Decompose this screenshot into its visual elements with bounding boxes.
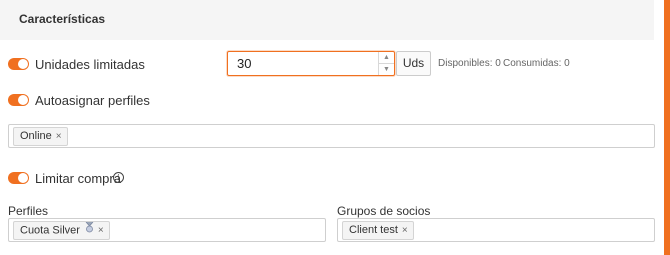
unidades-input[interactable]: 30 ▲ ▼: [227, 51, 395, 76]
tag-label: Client test: [349, 224, 398, 236]
grupos-socios-label: Grupos de socios: [337, 204, 431, 218]
medal-icon: [85, 221, 94, 239]
spin-down-icon[interactable]: ▼: [379, 64, 394, 75]
info-icon[interactable]: i: [113, 172, 124, 183]
toggle-knob: [18, 95, 28, 105]
remove-tag-icon[interactable]: ×: [56, 131, 62, 142]
unidades-limitadas-label: Unidades limitadas: [35, 57, 145, 72]
characteristics-panel: Características Unidades limitadas 30 ▲ …: [0, 0, 662, 255]
consumidas-text: Consumidas: 0: [503, 58, 570, 69]
tag-label: Online: [20, 130, 52, 142]
toggle-knob: [18, 173, 28, 183]
autoasignar-perfiles-toggle[interactable]: [8, 94, 29, 106]
unidades-limitadas-toggle[interactable]: [8, 58, 29, 70]
toggle-knob: [18, 59, 28, 69]
tag-online: Online ×: [13, 127, 68, 146]
disponibles-text: Disponibles: 0: [438, 58, 501, 69]
limitar-compra-toggle[interactable]: [8, 172, 29, 184]
remove-tag-icon[interactable]: ×: [402, 225, 408, 236]
limitar-compra-label: Limitar compra: [35, 171, 121, 186]
spin-up-icon[interactable]: ▲: [379, 52, 394, 64]
section-header: Características: [0, 0, 654, 40]
autoasignar-perfiles-label: Autoasignar perfiles: [35, 93, 150, 108]
tag-cuota-silver: Cuota Silver ×: [13, 221, 110, 240]
autoasignar-perfiles-tag-input[interactable]: Online ×: [8, 124, 655, 148]
tag-client-test: Client test ×: [342, 221, 414, 240]
units-addon: Uds: [396, 51, 431, 76]
section-title: Características: [19, 12, 106, 26]
perfiles-tag-input[interactable]: Cuota Silver ×: [8, 218, 326, 242]
accent-scroll-bar: [664, 0, 670, 255]
grupos-socios-tag-input[interactable]: Client test ×: [337, 218, 655, 242]
tag-label: Cuota Silver: [20, 224, 80, 237]
unidades-value: 30: [237, 56, 252, 71]
unidades-spinner: ▲ ▼: [378, 52, 394, 75]
perfiles-label: Perfiles: [8, 204, 49, 218]
remove-tag-icon[interactable]: ×: [98, 225, 104, 236]
